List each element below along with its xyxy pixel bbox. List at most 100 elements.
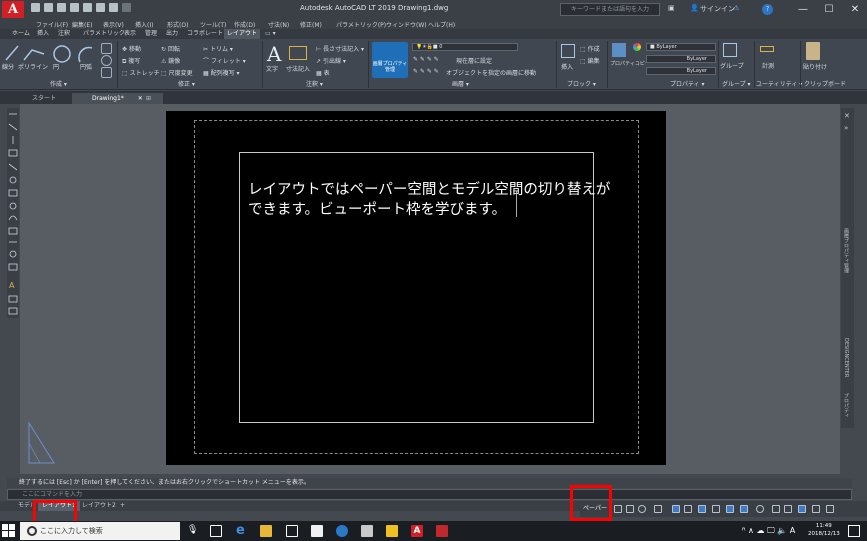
stretch-button[interactable]: ⬚ ストレッチ [122, 68, 160, 77]
menu-format[interactable]: 形式(O) [167, 20, 188, 29]
measure-label[interactable]: 計測 [762, 61, 774, 70]
add-layout-button[interactable]: + [116, 501, 129, 511]
close-button[interactable]: ✕ [843, 0, 867, 19]
osnap-icon[interactable] [654, 505, 662, 513]
tab-collaborate[interactable]: コラボレート [184, 29, 226, 39]
insert-block-icon[interactable] [561, 44, 575, 58]
save-icon[interactable] [57, 3, 66, 12]
app-icon-4[interactable] [436, 525, 448, 537]
create-block-button[interactable]: ⬚ 作成 [580, 44, 600, 53]
task-view-icon[interactable] [210, 525, 222, 537]
tab-view[interactable]: 表示 [121, 29, 139, 39]
lineweight-icon[interactable] [684, 505, 692, 513]
menu-edit[interactable]: 編集(E) [72, 20, 92, 29]
layer-dropdown[interactable]: 💡☀🔓■ 0 [412, 43, 518, 51]
tab-home[interactable]: ホーム [9, 29, 33, 39]
layer-tools-icons-2[interactable]: ✎ ✎ ✎ ✎ [413, 68, 439, 75]
fillet-button[interactable]: ⌒ フィレット ▾ [203, 56, 246, 65]
ellipse-icon[interactable] [101, 55, 112, 66]
command-input[interactable]: ここにコマンドを入力 [7, 489, 852, 500]
clean-screen-icon[interactable] [812, 505, 820, 513]
menu-window[interactable]: ウィンドウ(W) [386, 20, 427, 29]
open-icon[interactable] [44, 3, 53, 12]
otrack-icon[interactable] [672, 505, 680, 513]
annotation-visibility-icon[interactable] [726, 505, 734, 513]
tab-layout2[interactable]: レイアウト2 [78, 501, 120, 511]
menu-tools[interactable]: ツール(T) [200, 20, 226, 29]
linetype-dropdown[interactable]: ByLayer [646, 55, 716, 63]
ribbon-toggle-icon[interactable]: ▭ ▾ [262, 29, 279, 39]
close-palette-icon[interactable]: ✕ [844, 112, 850, 120]
menu-modify[interactable]: 修正(M) [300, 20, 322, 29]
dimension-icon[interactable] [289, 46, 307, 60]
undo-icon[interactable] [109, 3, 118, 12]
layer-match-button[interactable]: オブジェクトを指定の画層に移動 [446, 68, 536, 77]
application-menu-button[interactable]: A [2, 1, 24, 18]
leader-button[interactable]: ↗ 引出線 ▾ [316, 56, 346, 65]
rotate-button[interactable]: ↻ 回転 [161, 44, 180, 53]
mail-icon[interactable] [286, 525, 298, 537]
print-icon[interactable] [96, 3, 105, 12]
chevron-icon[interactable]: » [844, 124, 848, 132]
new-icon[interactable] [31, 3, 40, 12]
scale-button[interactable]: ⬚ 尺度変更 [161, 68, 193, 77]
windows-start-icon[interactable] [2, 524, 16, 538]
arc-label[interactable]: 円弧 [80, 62, 92, 71]
help-icon[interactable]: ? [762, 4, 773, 15]
palette-designcenter[interactable]: DESIGNCENTER [843, 338, 849, 377]
redo-icon[interactable] [122, 3, 131, 12]
hardware-accel-icon[interactable] [798, 505, 806, 513]
autoscale-icon[interactable] [740, 505, 748, 513]
measure-icon[interactable] [760, 46, 774, 52]
properties-panel-label[interactable]: プロパティ ▾ [670, 79, 705, 88]
isolate-icon[interactable] [784, 505, 792, 513]
insert-label[interactable]: 挿入 [561, 62, 573, 71]
autocad-taskbar-icon[interactable]: A [411, 525, 423, 537]
group-label[interactable]: グループ [720, 61, 744, 70]
match-properties-icon[interactable] [612, 43, 626, 57]
utilities-panel-label[interactable]: ユーティリティ ▾ [756, 79, 802, 88]
app-icon-2[interactable] [361, 525, 373, 537]
edge-icon[interactable]: e [236, 523, 245, 538]
palette-layers[interactable]: 画層プロパティ管理 [843, 228, 850, 273]
palette-properties[interactable]: プロパティ [843, 393, 850, 418]
polar-icon[interactable] [638, 505, 646, 513]
new-tab-button[interactable]: ⊞ [142, 93, 155, 104]
layer-tools-icons[interactable]: ✎ ✎ ✎ ✎ [413, 56, 439, 63]
system-tray[interactable]: ᴿ ∧ ☁ 🖵 🔈 A [742, 526, 795, 536]
menu-view[interactable]: 表示(V) [103, 20, 124, 29]
selection-cycling-icon[interactable] [712, 505, 720, 513]
app-icon-3[interactable] [386, 525, 398, 537]
draw-panel-label[interactable]: 作成 ▾ [50, 79, 67, 88]
annotation-panel-label[interactable]: 注釈 ▾ [306, 79, 323, 88]
store-icon[interactable] [311, 525, 323, 537]
block-panel-label[interactable]: ブロック ▾ [567, 79, 596, 88]
groups-panel-label[interactable]: グループ ▾ [722, 79, 751, 88]
dimension-label[interactable]: 寸法記入 [286, 64, 310, 73]
lineweight-dropdown[interactable]: ByLayer [646, 67, 716, 75]
copy-button[interactable]: ⧉ 複写 [122, 56, 140, 66]
search-input[interactable]: キーワードまたは語句を入力 [560, 3, 660, 16]
rectangle-icon[interactable] [101, 43, 112, 54]
menu-file[interactable]: ファイル(F) [36, 20, 68, 29]
tab-insert[interactable]: 挿入 [34, 29, 52, 39]
menu-help[interactable]: ヘルプ(H) [428, 20, 455, 29]
color-dropdown[interactable]: ■ ByLayer [646, 43, 716, 51]
array-button[interactable]: ▦ 配列複写 ▾ [203, 68, 240, 77]
table-button[interactable]: ▦ 表 [316, 68, 330, 77]
text-label[interactable]: 文字 [266, 64, 278, 73]
saveas-icon[interactable] [70, 3, 79, 12]
circle-label[interactable]: 円 [53, 62, 59, 71]
microphone-icon[interactable]: 🎙 [187, 525, 198, 535]
user-icon[interactable]: 👤 [690, 4, 699, 12]
left-tool-palette[interactable]: A [7, 108, 19, 318]
edit-block-button[interactable]: ⬚ 編集 [580, 56, 600, 65]
plus-icon[interactable] [772, 505, 780, 513]
polyline-label[interactable]: ポリライン [18, 62, 48, 71]
mirror-button[interactable]: ⚠ 鏡像 [161, 56, 180, 65]
text-icon[interactable]: A [267, 42, 281, 66]
move-button[interactable]: ✥ 移動 [122, 44, 141, 53]
plot-icon[interactable] [83, 3, 92, 12]
snap-icon[interactable] [626, 505, 634, 513]
transparency-icon[interactable] [698, 505, 706, 513]
